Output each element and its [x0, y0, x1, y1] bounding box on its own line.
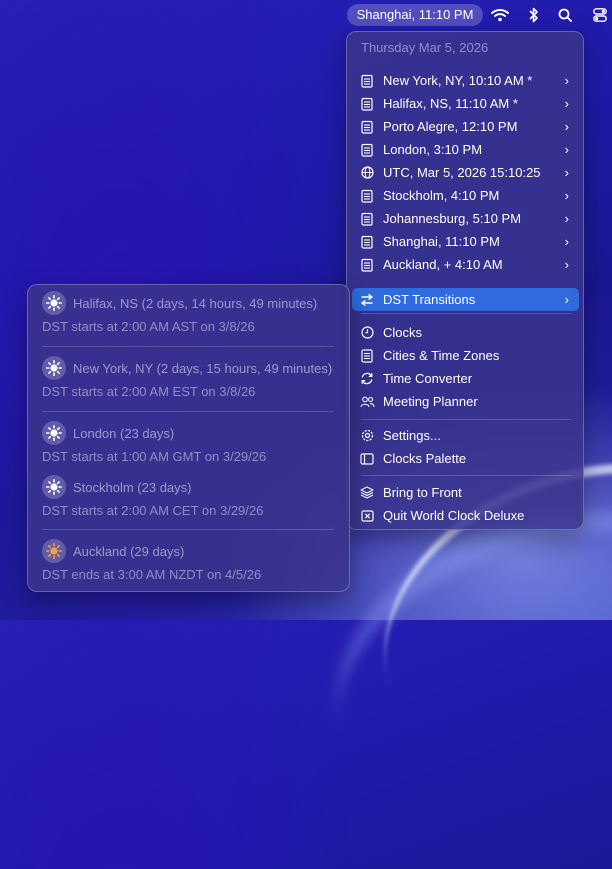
chevron-right-icon: › [564, 292, 569, 307]
dst-entry-label: Stockholm (23 days) [73, 479, 192, 495]
wifi-icon[interactable] [490, 5, 510, 25]
sun-icon [42, 291, 66, 315]
city-item[interactable]: Johannesburg, 5:10 PM › [352, 207, 579, 230]
tool-item[interactable]: Clocks [352, 321, 579, 344]
submenu-separator [42, 529, 334, 530]
sun-icon [42, 356, 66, 380]
city-item-label: Halifax, NS, 11:10 AM * [383, 96, 518, 111]
city-item[interactable]: Porto Alegre, 12:10 PM › [352, 115, 579, 138]
chevron-right-icon: › [564, 73, 569, 88]
dst-entry-label: Auckland (29 days) [73, 543, 185, 559]
chevron-right-icon: › [564, 142, 569, 157]
quit-item-label: Quit World Clock Deluxe [383, 508, 525, 523]
dst-entry-label: Halifax, NS (2 days, 14 hours, 49 minute… [73, 295, 318, 311]
bluetooth-icon[interactable] [524, 5, 544, 25]
city-item[interactable]: New York, NY, 10:10 AM * › [352, 69, 579, 92]
search-icon[interactable] [555, 5, 575, 25]
dst-entry-detail: DST starts at 2:00 AM EST on 3/8/26 [42, 384, 256, 399]
calendar-icon [359, 257, 375, 273]
palette-icon [359, 451, 375, 467]
city-item[interactable]: UTC, Mar 5, 2026 15:10:25 › [352, 161, 579, 184]
menu-separator [361, 419, 571, 420]
city-item[interactable]: Halifax, NS, 11:10 AM * › [352, 92, 579, 115]
clocks-palette-item[interactable]: Clocks Palette [352, 447, 579, 470]
dst-entry-detail: DST starts at 1:00 AM GMT on 3/29/26 [42, 449, 267, 464]
city-item-label: Stockholm, 4:10 PM [383, 188, 500, 203]
menu-bar: Shanghai, 11:10 PM [0, 0, 612, 30]
dst-transitions-label: DST Transitions [383, 292, 476, 307]
tool-item-label: Meeting Planner [383, 394, 478, 409]
city-item[interactable]: Shanghai, 11:10 PM › [352, 230, 579, 253]
calendar-icon [359, 96, 375, 112]
control-center-icon[interactable] [590, 5, 610, 25]
quit-icon [359, 508, 375, 524]
dst-entry-title[interactable]: Auckland (29 days) [42, 538, 184, 564]
dst-entry-title[interactable]: Stockholm (23 days) [42, 474, 192, 500]
globe-icon [359, 165, 375, 181]
city-item[interactable]: London, 3:10 PM › [352, 138, 579, 161]
sun-orange-icon [42, 539, 66, 563]
clock-icon [359, 325, 375, 341]
dst-entry-title[interactable]: New York, NY (2 days, 15 hours, 49 minut… [42, 355, 332, 381]
dst-transitions-item[interactable]: DST Transitions › [352, 288, 579, 311]
clocks-palette-item-label: Clocks Palette [383, 451, 467, 466]
settings-item[interactable]: Settings... [352, 424, 579, 447]
calendar-icon [359, 188, 375, 204]
chevron-right-icon: › [564, 119, 569, 134]
dst-entry-label: London (23 days) [73, 425, 175, 441]
tool-item-label: Clocks [383, 325, 423, 340]
city-item-label: UTC, Mar 5, 2026 15:10:25 [383, 165, 541, 180]
submenu-separator [42, 411, 334, 412]
arrows-icon [359, 292, 375, 308]
quit-item[interactable]: Quit World Clock Deluxe [352, 504, 579, 527]
chevron-right-icon: › [564, 188, 569, 203]
menu-separator [361, 475, 571, 476]
city-item[interactable]: Auckland, + 4:10 AM › [352, 253, 579, 276]
submenu-separator [42, 346, 334, 347]
dst-entry-label: New York, NY (2 days, 15 hours, 49 minut… [73, 360, 333, 376]
chevron-right-icon: › [564, 165, 569, 180]
city-item-label: London, 3:10 PM [383, 142, 483, 157]
chevron-right-icon: › [564, 211, 569, 226]
sun-icon [42, 421, 66, 445]
city-item-label: Auckland, + 4:10 AM [383, 257, 503, 272]
tool-item-label: Time Converter [383, 371, 473, 386]
calendar-icon [359, 211, 375, 227]
dst-entry-detail: DST starts at 2:00 AM CET on 3/29/26 [42, 503, 264, 518]
menubar-clock[interactable]: Shanghai, 11:10 PM [347, 4, 483, 26]
chevron-right-icon: › [564, 96, 569, 111]
layers-icon [359, 485, 375, 501]
menu-separator [361, 313, 571, 314]
tool-item-label: Cities & Time Zones [383, 348, 500, 363]
chevron-right-icon: › [564, 234, 569, 249]
city-item-label: New York, NY, 10:10 AM * [383, 73, 533, 88]
bring-to-front-item[interactable]: Bring to Front [352, 481, 579, 504]
city-item-label: Porto Alegre, 12:10 PM [383, 119, 518, 134]
document-icon [359, 348, 375, 364]
bring-to-front-item-label: Bring to Front [383, 485, 462, 500]
dst-entry-detail: DST starts at 2:00 AM AST on 3/8/26 [42, 319, 255, 334]
world-clock-menu: Thursday Mar 5, 2026 New York, NY, 10:10… [346, 31, 584, 530]
dst-submenu: Halifax, NS (2 days, 14 hours, 49 minute… [27, 284, 350, 592]
people-icon [359, 394, 375, 410]
convert-icon [359, 371, 375, 387]
tool-item[interactable]: Cities & Time Zones [352, 344, 579, 367]
date-header: Thursday Mar 5, 2026 [361, 40, 489, 55]
settings-item-label: Settings... [383, 428, 441, 443]
calendar-icon [359, 142, 375, 158]
city-item[interactable]: Stockholm, 4:10 PM › [352, 184, 579, 207]
dst-entry-title[interactable]: London (23 days) [42, 420, 174, 446]
dst-entry-title[interactable]: Halifax, NS (2 days, 14 hours, 49 minute… [42, 290, 317, 316]
calendar-icon [359, 119, 375, 135]
city-item-label: Shanghai, 11:10 PM [383, 234, 500, 249]
city-item-label: Johannesburg, 5:10 PM [383, 211, 522, 226]
calendar-icon [359, 73, 375, 89]
gear-icon [359, 428, 375, 444]
chevron-right-icon: › [564, 257, 569, 272]
tool-item[interactable]: Time Converter [352, 367, 579, 390]
sun-icon [42, 475, 66, 499]
tool-item[interactable]: Meeting Planner [352, 390, 579, 413]
dst-entry-detail: DST ends at 3:00 AM NZDT on 4/5/26 [42, 567, 262, 582]
calendar-icon [359, 234, 375, 250]
